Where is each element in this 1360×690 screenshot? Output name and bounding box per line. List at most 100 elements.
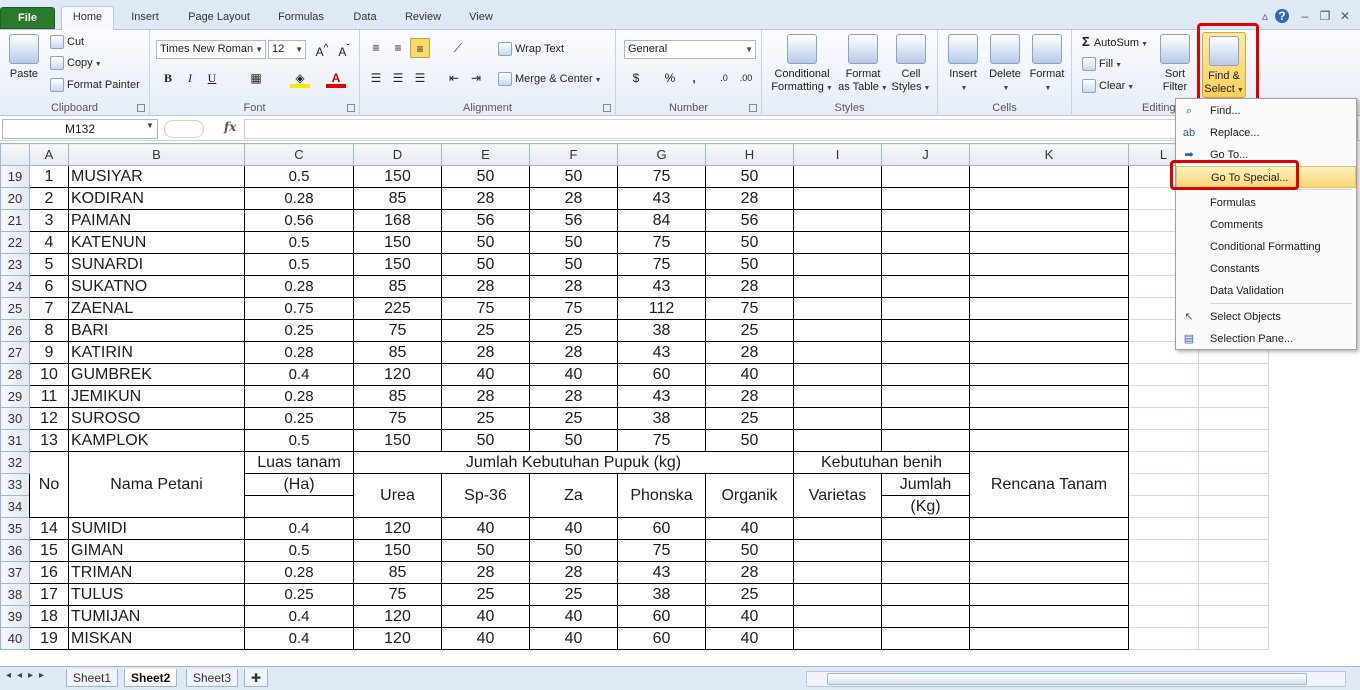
menu-item-constants[interactable]: Constants — [1176, 258, 1356, 280]
cell-luas[interactable]: 0.28 — [244, 341, 354, 364]
underline-button[interactable]: U — [202, 68, 222, 88]
cell-value[interactable]: 75 — [617, 253, 706, 276]
row-header[interactable]: 20 — [0, 187, 30, 210]
cell-value[interactable]: 25 — [441, 319, 530, 342]
cell-no[interactable]: 9 — [29, 341, 69, 364]
cell-empty[interactable] — [793, 517, 882, 540]
cell-empty[interactable] — [969, 187, 1129, 210]
row-header[interactable]: 19 — [0, 165, 30, 188]
sheet-tab-3[interactable]: Sheet3 — [186, 669, 239, 687]
menu-item-conditional-formatting[interactable]: Conditional Formatting — [1176, 236, 1356, 258]
cell-empty[interactable] — [881, 187, 970, 210]
cell-no[interactable]: 12 — [29, 407, 69, 430]
number-format-select[interactable]: General ▼ — [624, 40, 756, 59]
cell-empty[interactable] — [1128, 473, 1199, 496]
insert-cells-button[interactable]: Insert ▼ — [942, 34, 984, 95]
orientation-icon[interactable]: ⟋ — [448, 38, 468, 58]
dialog-launcher-icon[interactable] — [749, 104, 757, 112]
cell-name[interactable]: BARI — [68, 319, 245, 342]
percent-button[interactable]: % — [660, 68, 680, 88]
cell-luas[interactable]: 0.25 — [244, 583, 354, 606]
cell-value[interactable]: 150 — [353, 165, 442, 188]
column-header[interactable]: I — [793, 143, 882, 166]
cell-empty[interactable] — [969, 605, 1129, 628]
cell-value[interactable]: 150 — [353, 231, 442, 254]
cell-empty[interactable] — [793, 539, 882, 562]
tab-data[interactable]: Data — [340, 7, 390, 29]
cell-value[interactable]: 75 — [353, 407, 442, 430]
cell-value[interactable]: 50 — [529, 429, 618, 452]
cell-luas[interactable]: 0.4 — [244, 517, 354, 540]
cell-value[interactable]: 40 — [529, 517, 618, 540]
cell-value[interactable]: 120 — [353, 605, 442, 628]
cell-value[interactable]: 50 — [705, 539, 794, 562]
cell-empty[interactable] — [1198, 539, 1269, 562]
cell-name[interactable]: MUSIYAR — [68, 165, 245, 188]
header-varietas[interactable]: Varietas — [793, 473, 882, 518]
tab-file[interactable]: File — [0, 7, 55, 29]
cell-no[interactable]: 17 — [29, 583, 69, 606]
paste-button[interactable]: Paste — [6, 34, 42, 81]
cell-value[interactable]: 50 — [529, 165, 618, 188]
cell-value[interactable]: 28 — [441, 341, 530, 364]
row-header[interactable]: 36 — [0, 539, 30, 562]
cell-empty[interactable] — [969, 627, 1129, 650]
cell-value[interactable]: 40 — [705, 517, 794, 540]
cell-value[interactable]: 50 — [441, 253, 530, 276]
cell-empty[interactable] — [1128, 539, 1199, 562]
cell-value[interactable]: 43 — [617, 187, 706, 210]
cell-empty[interactable] — [1128, 517, 1199, 540]
copy-button[interactable]: Copy ▼ — [50, 56, 102, 72]
cell-value[interactable]: 84 — [617, 209, 706, 232]
header-organik[interactable]: Organik — [705, 473, 794, 518]
cell-value[interactable]: 43 — [617, 341, 706, 364]
cell-empty[interactable] — [881, 231, 970, 254]
cell-value[interactable]: 25 — [529, 319, 618, 342]
cell-name[interactable]: KATIRIN — [68, 341, 245, 364]
cell-name[interactable]: SUROSO — [68, 407, 245, 430]
cell-empty[interactable] — [793, 319, 882, 342]
tab-insert[interactable]: Insert — [120, 7, 170, 29]
menu-item-data-validation[interactable]: Data Validation — [1176, 280, 1356, 302]
cell-value[interactable]: 28 — [441, 275, 530, 298]
column-header[interactable]: H — [705, 143, 794, 166]
column-header[interactable]: K — [969, 143, 1129, 166]
cell-empty[interactable] — [1198, 429, 1269, 452]
header-urea[interactable]: Urea — [353, 473, 442, 518]
format-painter-button[interactable]: Format Painter — [50, 78, 140, 93]
cell-value[interactable]: 120 — [353, 627, 442, 650]
cell-value[interactable]: 120 — [353, 517, 442, 540]
row-header[interactable]: 39 — [0, 605, 30, 628]
header-jumlah[interactable]: Jumlah — [881, 473, 970, 496]
font-name-select[interactable]: Times New Roman ▼ — [156, 40, 266, 59]
cell-value[interactable]: 43 — [617, 385, 706, 408]
cell-no[interactable]: 19 — [29, 627, 69, 650]
formula-expander[interactable] — [164, 120, 204, 138]
cell-empty[interactable] — [969, 253, 1129, 276]
cell-empty[interactable] — [881, 429, 970, 452]
minimize-window-icon[interactable]: – — [1298, 9, 1312, 23]
cell-value[interactable]: 50 — [529, 539, 618, 562]
row-header[interactable]: 34 — [0, 495, 30, 518]
cell-value[interactable]: 28 — [529, 187, 618, 210]
cell-value[interactable]: 120 — [353, 363, 442, 386]
bold-button[interactable]: B — [158, 68, 178, 88]
cell-empty[interactable] — [881, 561, 970, 584]
cell-luas[interactable]: 0.28 — [244, 561, 354, 584]
row-header[interactable]: 35 — [0, 517, 30, 540]
cell-empty[interactable] — [1198, 363, 1269, 386]
cell-value[interactable]: 60 — [617, 605, 706, 628]
header-luas-unit[interactable]: (Ha) — [244, 473, 354, 496]
cell-name[interactable]: ZAENAL — [68, 297, 245, 320]
comma-button[interactable]: , — [684, 68, 704, 88]
cell-luas[interactable]: 0.75 — [244, 297, 354, 320]
insert-function-icon[interactable]: fx — [224, 120, 236, 134]
cell-value[interactable]: 75 — [617, 429, 706, 452]
cell-empty[interactable] — [881, 605, 970, 628]
cell-empty[interactable] — [793, 627, 882, 650]
cell-value[interactable]: 75 — [353, 583, 442, 606]
cell-name[interactable]: TRIMAN — [68, 561, 245, 584]
cell-value[interactable]: 25 — [705, 319, 794, 342]
row-header[interactable]: 32 — [0, 451, 30, 474]
cell-value[interactable]: 40 — [705, 363, 794, 386]
